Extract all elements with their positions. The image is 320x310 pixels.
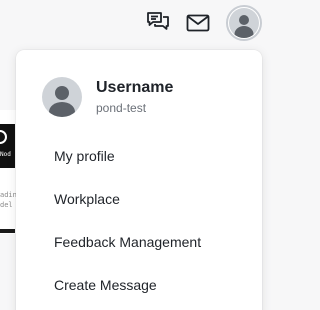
avatar-head — [239, 15, 249, 25]
background-text-line: del — [0, 201, 13, 209]
menu-item-my-profile[interactable]: My profile — [54, 146, 201, 189]
user-info: Username pond-test — [42, 77, 173, 117]
user-handle: pond-test — [96, 101, 147, 115]
background-logo-icon — [0, 130, 7, 144]
avatar-head — [55, 86, 69, 100]
mail-icon[interactable] — [185, 10, 211, 36]
username: Username — [96, 79, 174, 96]
user-avatar-icon — [229, 8, 259, 38]
avatar-body — [49, 102, 75, 117]
avatar — [42, 77, 82, 117]
menu-item-workplace[interactable]: Workplace — [54, 189, 201, 232]
menu-item-feedback-management[interactable]: Feedback Management — [54, 232, 201, 275]
user-avatar-button[interactable] — [226, 5, 262, 41]
background-text-line: adin — [0, 191, 17, 199]
user-dropdown-menu: Username pond-test My profile Workplace … — [16, 50, 262, 310]
background-dark-card: Nod — [0, 124, 15, 168]
background-card-text: Nod — [0, 151, 11, 158]
user-text: Username pond-test — [96, 78, 173, 116]
chat-bubbles-icon[interactable] — [145, 9, 171, 35]
background-divider — [0, 229, 15, 233]
page: Nod adin del Username pond-test My profi… — [0, 0, 279, 310]
menu-item-create-message[interactable]: Create Message — [54, 275, 201, 310]
background-panel: Nod adin del — [0, 110, 17, 234]
user-menu-list: My profile Workplace Feedback Management… — [54, 146, 201, 310]
avatar-body — [234, 26, 254, 38]
